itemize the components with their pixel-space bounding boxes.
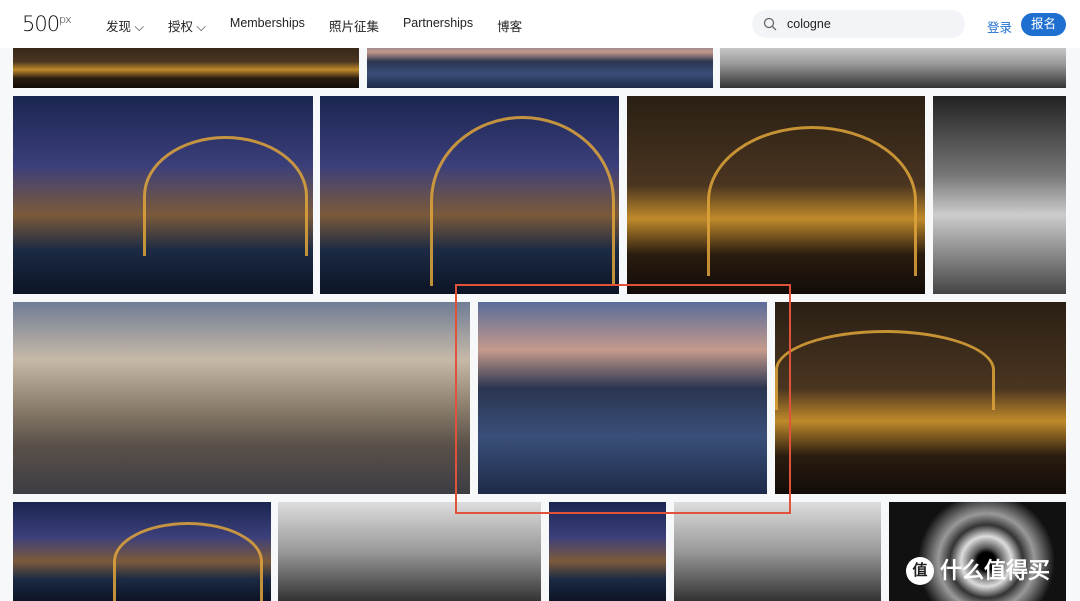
photo-tile[interactable]: [13, 96, 313, 294]
search-input[interactable]: [787, 17, 937, 31]
nav-memberships[interactable]: Memberships: [230, 16, 305, 35]
search-icon: [763, 17, 777, 31]
watermark-text: 什么值得买: [940, 558, 1051, 583]
signup-button[interactable]: 报名: [1021, 13, 1066, 36]
watermark: 值什么值得买: [906, 557, 1050, 585]
bridge-arch: [113, 522, 263, 601]
nav-partnerships[interactable]: Partnerships: [403, 16, 473, 35]
photo-tile[interactable]: [627, 96, 925, 294]
watermark-badge: 值: [906, 557, 934, 585]
top-nav: 500px 发现 ⌵ 授权 ⌵ Memberships 照片征集 Partner…: [0, 0, 1080, 48]
bridge-arch: [143, 136, 308, 256]
nav-licensing[interactable]: 授权 ⌵: [168, 16, 206, 35]
logo[interactable]: 500px: [22, 12, 72, 36]
photo-tile[interactable]: [320, 96, 619, 294]
search-box[interactable]: [752, 10, 965, 38]
nav-blog[interactable]: 博客: [497, 16, 522, 35]
bridge-arch: [430, 116, 615, 286]
photo-tile[interactable]: [674, 502, 881, 601]
photo-tile[interactable]: [278, 502, 541, 601]
photo-tile[interactable]: [13, 302, 470, 494]
photo-tile[interactable]: [775, 302, 1066, 494]
nav-discover[interactable]: 发现 ⌵: [106, 16, 144, 35]
photo-tile[interactable]: [933, 96, 1066, 294]
nav-photo-quests[interactable]: 照片征集: [329, 16, 379, 35]
bridge-arch: [775, 330, 995, 410]
photo-tile[interactable]: [13, 502, 271, 601]
photo-tile[interactable]: [889, 502, 1066, 601]
highlight-box: [455, 284, 791, 514]
login-link[interactable]: 登录: [987, 17, 1012, 36]
bridge-arch: [707, 126, 917, 276]
nav-menu: 发现 ⌵ 授权 ⌵ Memberships 照片征集 Partnerships …: [106, 16, 546, 35]
photo-tile[interactable]: [549, 502, 666, 601]
